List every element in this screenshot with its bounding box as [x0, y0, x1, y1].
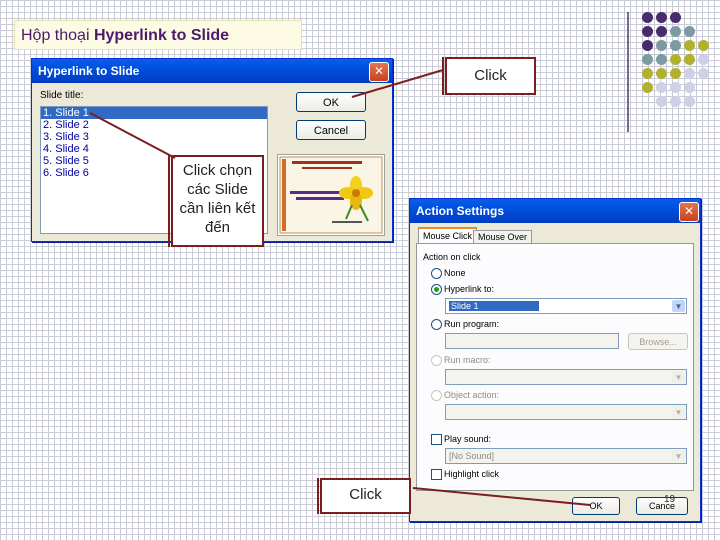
slide-preview — [277, 154, 385, 236]
slide-title-bold: Hyperlink to Slide — [93, 27, 230, 44]
callout-bar — [168, 155, 170, 247]
slide-title: Hộp thoại Hyperlink to Slide — [14, 20, 302, 50]
chevron-down-icon: ▼ — [672, 371, 685, 383]
run-program-label: Run program: — [444, 319, 500, 329]
highlight-click-label: Highlight click — [444, 469, 500, 479]
hyperlink-to-select[interactable]: Slide 1 ▼ — [445, 298, 687, 314]
ok-button[interactable]: OK — [296, 92, 366, 112]
action-on-click-label: Action on click — [423, 252, 481, 262]
dialog-titlebar: Hyperlink to Slide — [32, 59, 392, 83]
callout-click-ok-bottom: Click — [317, 478, 411, 514]
none-radio[interactable] — [431, 268, 442, 279]
callout-click-ok-text: Click — [474, 67, 507, 84]
run-program-radio[interactable] — [431, 319, 442, 330]
list-item[interactable]: 2. Slide 2 — [41, 119, 267, 131]
dialog-title: Hyperlink to Slide — [38, 64, 140, 78]
slide-title-label: Slide title: — [40, 90, 84, 101]
callout-choose-slide: Click chọn các Slide cần liên kết đến — [168, 155, 264, 247]
callout-click-ok-bottom-text: Click — [349, 486, 382, 503]
play-sound-label: Play sound: — [444, 434, 492, 444]
highlight-click-checkbox[interactable] — [431, 469, 442, 480]
chevron-down-icon: ▼ — [672, 406, 685, 418]
decor-vertical-line — [627, 12, 629, 132]
ok-button[interactable]: OK — [572, 497, 620, 515]
object-action-radio[interactable] — [431, 390, 442, 401]
hyperlink-to-label: Hyperlink to: — [444, 284, 495, 294]
callout-choose-slide-text: Click chọn các Slide cần liên kết đến — [179, 162, 256, 236]
callout-click-ok: Click — [442, 57, 536, 95]
action-dialog-title: Action Settings — [416, 204, 505, 218]
run-macro-radio[interactable] — [431, 355, 442, 366]
object-action-label: Object action: — [444, 390, 500, 400]
chevron-down-icon: ▼ — [672, 300, 685, 312]
list-item[interactable]: 4. Slide 4 — [41, 143, 267, 155]
close-icon[interactable]: ✕ — [679, 202, 699, 222]
run-macro-label: Run macro: — [444, 355, 491, 365]
slide-title-prefix: Hộp thoại — [21, 27, 94, 44]
sound-select[interactable]: [No Sound] ▼ — [445, 448, 687, 464]
callout-bar — [317, 478, 319, 514]
hyperlink-to-value: Slide 1 — [449, 301, 539, 311]
none-label: None — [444, 268, 466, 278]
list-item[interactable]: 3. Slide 3 — [41, 131, 267, 143]
callout-bar — [442, 57, 444, 95]
tab-mouse-click[interactable]: Mouse Click — [418, 227, 478, 243]
action-settings-dialog: Action Settings ✕ Mouse Click Mouse Over… — [409, 198, 701, 522]
decor-dots — [638, 10, 718, 120]
list-item[interactable]: 1. Slide 1 — [41, 107, 267, 119]
tab-mouse-over[interactable]: Mouse Over — [473, 230, 533, 243]
close-icon[interactable]: ✕ — [369, 62, 389, 82]
chevron-down-icon: ▼ — [672, 450, 685, 462]
sound-value: [No Sound] — [449, 451, 495, 461]
play-sound-checkbox[interactable] — [431, 434, 442, 445]
action-dialog-titlebar: Action Settings — [410, 199, 700, 223]
cancel-button[interactable]: Cancel — [296, 120, 366, 140]
hyperlink-radio[interactable] — [431, 284, 442, 295]
run-macro-select[interactable]: ▼ — [445, 369, 687, 385]
run-program-input[interactable] — [445, 333, 619, 349]
page-number: 19 — [664, 494, 676, 505]
object-action-select[interactable]: ▼ — [445, 404, 687, 420]
browse-button[interactable]: Browse... — [628, 333, 688, 350]
cancel-button[interactable]: Cance — [636, 497, 688, 515]
slide-preview-image — [279, 156, 383, 234]
